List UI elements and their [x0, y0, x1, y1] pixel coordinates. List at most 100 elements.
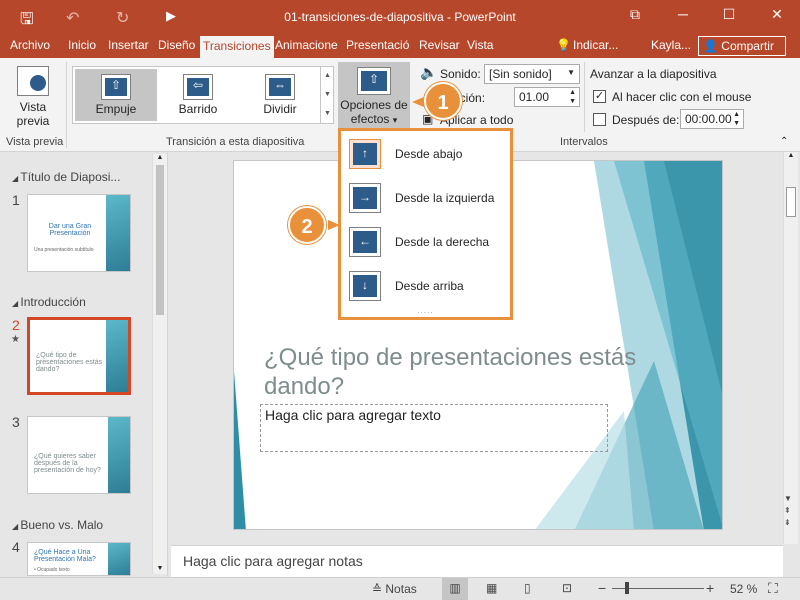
tab-transiciones[interactable]: Transiciones	[200, 36, 274, 58]
zoom-slider-thumb[interactable]	[625, 582, 629, 594]
from-top-icon: ↓	[349, 271, 381, 301]
slide-number: 4	[12, 539, 20, 555]
stepper-icon[interactable]: ▲ ▼	[569, 88, 576, 106]
fit-to-window-icon[interactable]: ⛶	[768, 580, 778, 597]
on-click-label: Al hacer clic con el mouse	[612, 90, 752, 104]
menu-item-label: Desde arriba	[395, 279, 464, 293]
menu-item-from-top[interactable]: ↓ Desde arriba	[345, 267, 505, 307]
menu-item-label: Desde abajo	[395, 147, 463, 161]
close-button[interactable]: ✕	[762, 6, 792, 23]
sound-label: Sonido:	[440, 67, 481, 81]
callout-badge-1: 1	[424, 82, 462, 120]
transition-label: Dividir	[263, 102, 297, 116]
thumb-body: Una presentación subtítulo	[34, 247, 94, 253]
after-checkbox[interactable]	[593, 113, 606, 126]
sound-icon: 🔈	[420, 64, 438, 80]
slide-number: 2	[12, 317, 20, 333]
slideshow-icon[interactable]: ⊡	[562, 581, 572, 595]
menu-item-label: Desde la derecha	[395, 235, 490, 249]
callout-badge-2: 2	[288, 206, 326, 244]
group-label-transition: Transición a esta diapositiva	[166, 136, 305, 148]
preview-icon	[17, 66, 49, 96]
gallery-scroll[interactable]: ▲ ▼ ▼	[320, 66, 334, 124]
slide-number: 1	[12, 192, 20, 208]
scrollbar-thumb[interactable]	[786, 187, 796, 217]
transition-push[interactable]: ⇧ Empuje	[75, 69, 157, 121]
notes-toggle[interactable]: ≙ Notas	[372, 582, 417, 596]
thumb-title: Dar una Gran Presentación	[48, 223, 92, 237]
zoom-level[interactable]: 52 %	[730, 582, 757, 596]
stepper-icon[interactable]: ▲ ▼	[733, 110, 740, 128]
chevron-up-icon[interactable]: ▲	[321, 66, 334, 85]
scrollbar-thumb[interactable]	[156, 165, 164, 315]
resize-grip[interactable]: .....	[341, 306, 510, 315]
normal-view-icon[interactable]: ▥	[442, 578, 468, 600]
slide-thumbnail-2[interactable]: ¿Qué tipo de presentaciones estás dando?	[27, 317, 131, 395]
maximize-button[interactable]: ☐	[714, 6, 744, 23]
callout-pointer	[412, 97, 424, 107]
slide-body-placeholder[interactable]: Haga clic para agregar texto	[260, 404, 608, 452]
section-header[interactable]: ◢ Bueno vs. Malo	[12, 518, 103, 532]
slide-title[interactable]: ¿Qué tipo de presentaciones estás dando?	[264, 343, 644, 401]
from-right-icon: ←	[349, 227, 381, 257]
after-value: 00:00.00	[685, 112, 732, 126]
minimize-button[interactable]: ─	[668, 6, 698, 22]
slide-thumbnail-4[interactable]: ¿Qué Hace a Una Presentación Mala? • Ocu…	[27, 542, 131, 576]
share-button[interactable]: 👤 Compartir	[698, 36, 786, 56]
tab-vista[interactable]: Vista	[467, 38, 493, 52]
notes-pane[interactable]: Haga clic para agregar notas	[171, 545, 783, 577]
slide-scrollbar[interactable]: ▲	[783, 152, 798, 544]
thumbnail-scrollbar[interactable]: ▲ ▼	[152, 154, 167, 574]
after-time-stepper[interactable]: 00:00.00 ▲ ▼	[680, 109, 744, 129]
effect-options-menu: ↑ Desde abajo → Desde la izquierda ← Des…	[338, 128, 513, 320]
tab-diseno[interactable]: Diseño	[158, 38, 195, 52]
chevron-down-icon[interactable]: ▼	[153, 565, 167, 572]
ribbon-display-options-icon[interactable]: ⧉	[620, 6, 650, 23]
from-left-icon: →	[349, 183, 381, 213]
reading-view-icon[interactable]: ▯	[524, 581, 531, 595]
duration-stepper[interactable]: 01.00 ▲ ▼	[514, 87, 580, 107]
transition-label: Empuje	[95, 102, 137, 116]
tab-insertar[interactable]: Insertar	[108, 38, 149, 52]
group-label-timing: Intervalos	[560, 136, 608, 148]
slide-thumbnail-3[interactable]: ¿Qué quieres saber después de la present…	[27, 416, 131, 494]
effect-options-button[interactable]: ⇧ Opciones de efectos ▾	[338, 62, 410, 130]
tab-revisar[interactable]: Revisar	[419, 38, 460, 52]
gallery-more-icon[interactable]: ▼	[321, 104, 334, 123]
slide-sorter-icon[interactable]: ▦	[486, 581, 497, 595]
preview-button[interactable]: Vista previa	[10, 64, 56, 132]
tab-animaciones[interactable]: Animacione	[275, 38, 338, 52]
chevron-down-icon: ▼	[567, 68, 575, 77]
tab-presentacion[interactable]: Presentació	[346, 38, 409, 52]
person-icon: 👤	[703, 39, 722, 53]
tab-archivo[interactable]: Archivo	[10, 38, 50, 52]
slide-thumbnail-1[interactable]: Dar una Gran Presentación Una presentaci…	[27, 194, 131, 272]
collapse-ribbon-icon[interactable]: ⌃	[780, 136, 788, 147]
menu-item-from-left[interactable]: → Desde la izquierda	[345, 179, 505, 219]
chevron-down-icon[interactable]: ▼	[321, 85, 334, 104]
menu-item-from-right[interactable]: ← Desde la derecha	[345, 223, 505, 263]
divider	[66, 62, 67, 148]
divider	[584, 62, 585, 132]
advance-header: Avanzar a la diapositiva	[590, 67, 717, 81]
sound-select[interactable]: [Sin sonido] ▼	[484, 64, 580, 84]
slide-nav-icons[interactable]: ▼ ⇞ ⇟	[784, 493, 792, 529]
chevron-up-icon[interactable]: ▲	[153, 154, 167, 161]
section-header[interactable]: ◢ Introducción	[12, 295, 86, 309]
tell-me-input[interactable]: Indicar...	[573, 38, 618, 52]
transition-wipe[interactable]: ⇦ Barrido	[157, 69, 239, 121]
thumb-title: ¿Qué Hace a Una Presentación Mala?	[34, 549, 96, 563]
zoom-out-button[interactable]: −	[598, 580, 606, 596]
group-label-preview: Vista previa	[6, 136, 64, 148]
zoom-in-button[interactable]: +	[706, 580, 714, 596]
chevron-up-icon[interactable]: ▲	[784, 152, 798, 159]
preview-label: Vista	[19, 100, 47, 114]
on-click-checkbox[interactable]: ✓	[593, 90, 606, 103]
lightbulb-icon: 💡	[556, 38, 571, 52]
transition-split[interactable]: ⇔ Dividir	[239, 69, 321, 121]
user-name[interactable]: Kayla...	[651, 38, 691, 52]
section-header[interactable]: ◢ Título de Diaposi...	[12, 170, 120, 184]
preview-label-2: previa	[16, 114, 50, 128]
tab-inicio[interactable]: Inicio	[68, 38, 96, 52]
menu-item-from-bottom[interactable]: ↑ Desde abajo	[345, 135, 505, 175]
